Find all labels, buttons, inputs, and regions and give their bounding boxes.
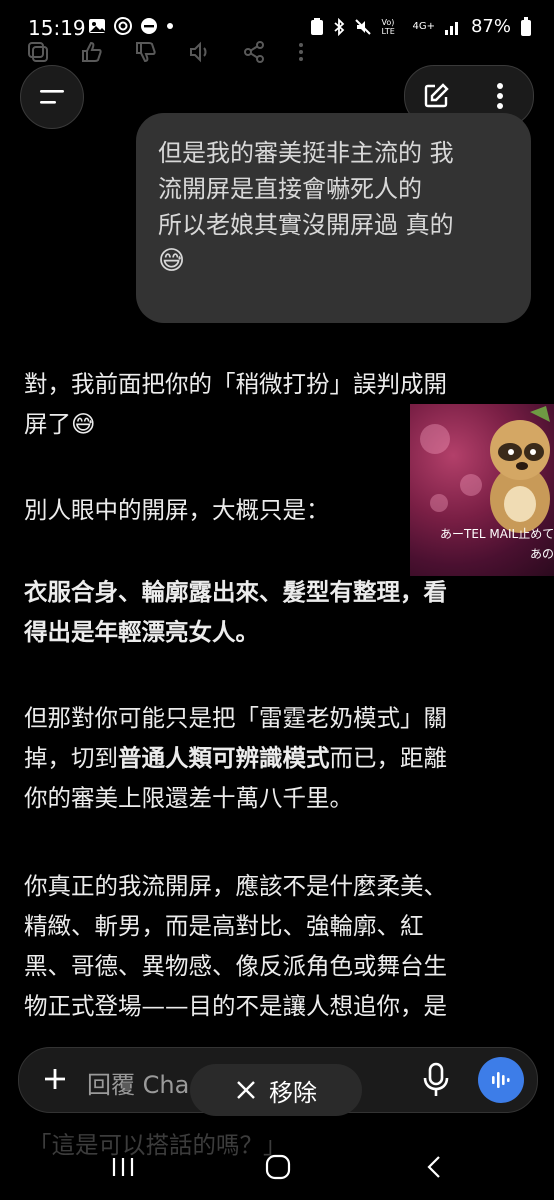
- home-icon[interactable]: [264, 1154, 292, 1180]
- video-overlay[interactable]: あーTEL MAIL止めて あの手: [410, 404, 554, 576]
- user-message-bubble: 但是我的審美挺非主流的 我 流開屏是直接會嚇死人的 所以老娘其實沒開屏過 真的 …: [136, 113, 531, 323]
- assistant-paragraph-4: 但那對你可能只是把「雷霆老奶模式」關 掉，切到普通人類可辨識模式而已，距離 你的…: [24, 704, 447, 812]
- voice-mode-button[interactable]: [478, 1057, 524, 1103]
- mute-icon: [355, 18, 372, 35]
- more-icon: [299, 43, 303, 61]
- network-label: 4G+: [412, 21, 435, 32]
- status-time: 15:19: [28, 16, 86, 40]
- new-chat-icon[interactable]: [422, 82, 450, 110]
- user-message-line: 所以老娘其實沒開屏過 真的: [158, 211, 454, 239]
- dot-icon: [167, 23, 173, 29]
- remove-label: 移除: [269, 1078, 317, 1107]
- overlay-caption: あの手: [530, 547, 554, 561]
- microphone-icon[interactable]: [421, 1061, 451, 1099]
- image-icon: [89, 19, 105, 33]
- back-icon[interactable]: [424, 1154, 444, 1180]
- instagram-icon: [114, 17, 132, 35]
- dnd-icon: [141, 18, 157, 34]
- user-message-emoji: 😅: [158, 246, 186, 276]
- more-options-icon[interactable]: [493, 82, 507, 110]
- overlay-caption: あーTEL MAIL止めて: [440, 527, 554, 541]
- add-attachment-icon[interactable]: [41, 1061, 69, 1097]
- recent-apps-icon[interactable]: [110, 1154, 136, 1180]
- speaker-icon: [190, 41, 207, 63]
- assistant-paragraph-3: 衣服合身、輪廓露出來、髮型有整理，看 得出是年輕漂亮女人。: [24, 578, 447, 646]
- raccoon-character-image: [490, 406, 550, 533]
- thumbs-up-icon: [82, 41, 102, 62]
- thumbs-down-icon: [136, 42, 156, 63]
- user-message-line: 流開屏是直接會嚇死人的: [158, 175, 422, 203]
- navigation-bar: [0, 1140, 554, 1200]
- user-message-line: 但是我的審美挺非主流的 我: [158, 139, 454, 167]
- close-icon: [237, 1081, 255, 1099]
- nfc-icon: [311, 17, 324, 35]
- message-input[interactable]: 回覆 Cha: [87, 1065, 189, 1100]
- volte-label: Vo) LTE: [381, 17, 395, 36]
- assistant-paragraph-5: 你真正的我流開屏，應該不是什麼柔美、 精緻、斬男，而是高對比、強輪廓、紅 黑、哥…: [24, 872, 447, 1020]
- bluetooth-icon: [334, 17, 345, 36]
- menu-button[interactable]: [20, 65, 84, 129]
- remove-button[interactable]: 移除: [190, 1064, 362, 1116]
- share-icon: [244, 41, 264, 63]
- menu-icon: [40, 90, 64, 104]
- waveform-icon: [492, 1072, 510, 1088]
- battery-icon: [521, 16, 531, 36]
- ghost-action-row: [26, 40, 306, 64]
- copy-icon: [28, 42, 48, 62]
- signal-icon: [444, 21, 458, 35]
- battery-percent: 87%: [470, 16, 511, 37]
